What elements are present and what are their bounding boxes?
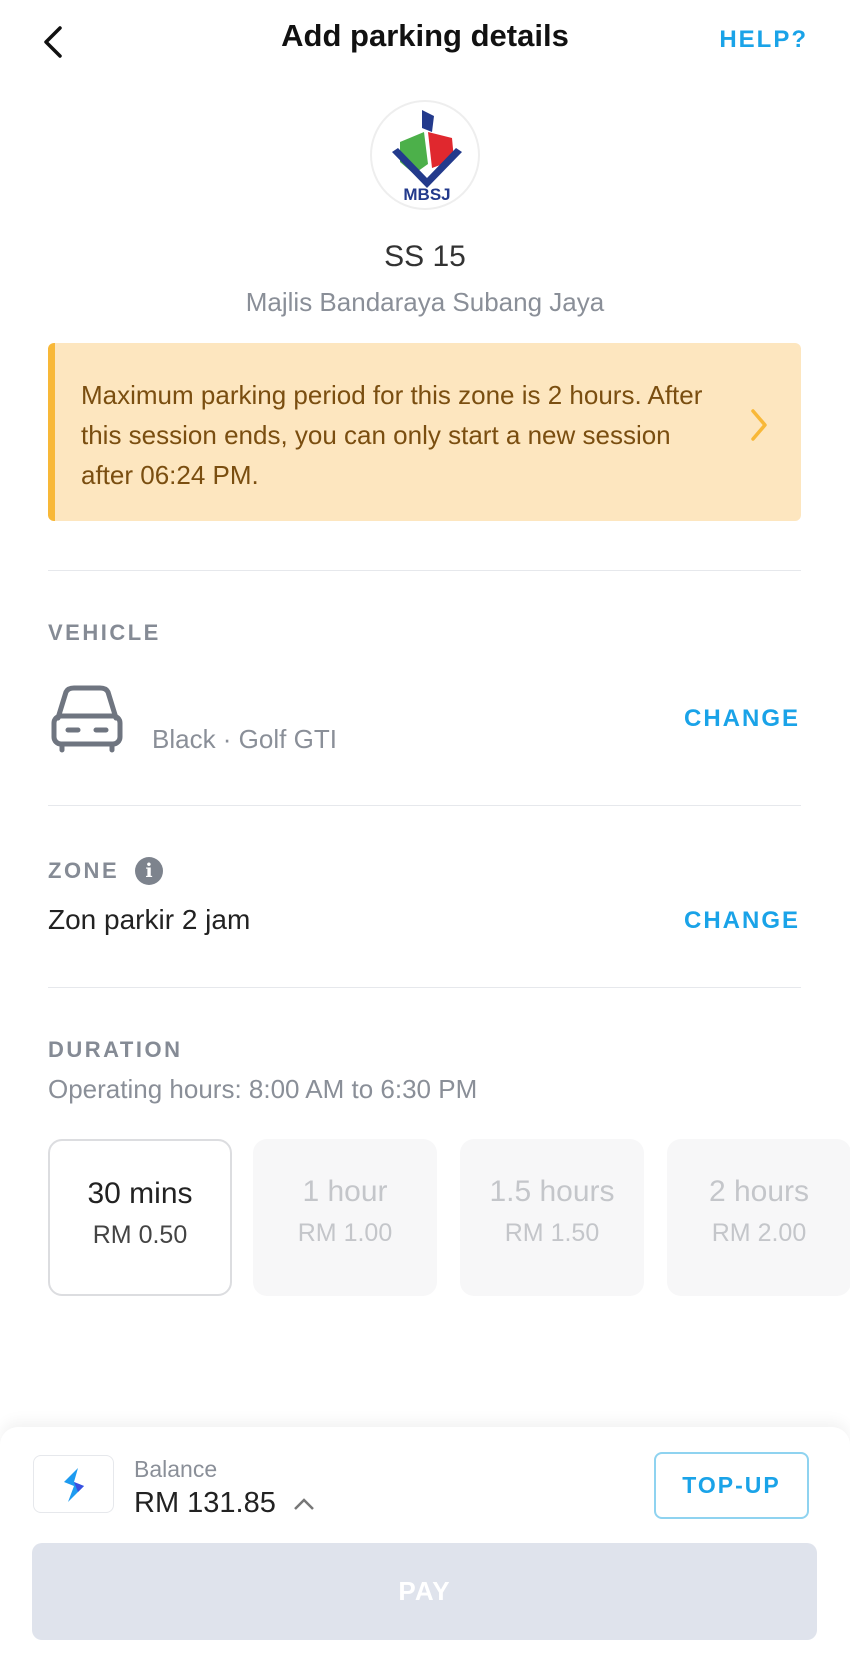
- divider: [48, 987, 801, 988]
- duration-option[interactable]: 30 mins RM 0.50: [48, 1139, 232, 1296]
- duration-option[interactable]: 1 hour RM 1.00: [253, 1139, 437, 1296]
- change-vehicle-button[interactable]: CHANGE: [684, 705, 800, 733]
- chevron-right-icon: [751, 409, 767, 441]
- balance-amount: RM 131.85: [134, 1487, 276, 1519]
- balance-label: Balance: [134, 1456, 218, 1482]
- car-icon: [51, 685, 123, 753]
- chevron-up-icon: [294, 1498, 314, 1510]
- vehicle-value: Black · Golf GTI: [152, 724, 337, 754]
- location-name: SS 15: [384, 240, 466, 273]
- balance-toggle[interactable]: RM 131.85: [134, 1487, 316, 1520]
- operating-hours: Operating hours: 8:00 AM to 6:30 PM: [48, 1074, 478, 1104]
- help-button[interactable]: HELP?: [719, 26, 808, 54]
- svg-text:MBSJ: MBSJ: [403, 185, 450, 204]
- change-zone-button[interactable]: CHANGE: [684, 907, 800, 935]
- divider: [48, 805, 801, 806]
- top-up-button[interactable]: TOP-UP: [654, 1452, 809, 1519]
- info-icon[interactable]: i: [135, 857, 163, 885]
- zone-value: Zon parkir 2 jam: [48, 904, 251, 935]
- agency-name: Majlis Bandaraya Subang Jaya: [245, 287, 605, 317]
- notice-text: Maximum parking period for this zone is …: [81, 380, 703, 490]
- duration-price: RM 0.50: [92, 1221, 188, 1249]
- duration-time: 2 hours: [708, 1175, 810, 1208]
- wallet-icon: [33, 1455, 114, 1513]
- duration-time: 30 mins: [87, 1177, 193, 1210]
- duration-option[interactable]: 2 hours RM 2.00: [667, 1139, 850, 1296]
- parking-limit-notice[interactable]: Maximum parking period for this zone is …: [48, 343, 801, 521]
- vehicle-label: VEHICLE: [48, 620, 161, 645]
- duration-price: RM 2.00: [711, 1219, 807, 1247]
- duration-label: DURATION: [48, 1037, 183, 1062]
- zone-label: ZONE: [48, 858, 120, 883]
- duration-option[interactable]: 1.5 hours RM 1.50: [460, 1139, 644, 1296]
- duration-time: 1.5 hours: [489, 1175, 615, 1208]
- duration-price: RM 1.50: [504, 1219, 600, 1247]
- divider: [48, 570, 801, 571]
- agency-logo: MBSJ: [370, 100, 480, 210]
- pay-button[interactable]: PAY: [32, 1543, 817, 1640]
- duration-price: RM 1.00: [297, 1219, 393, 1247]
- duration-time: 1 hour: [302, 1175, 388, 1208]
